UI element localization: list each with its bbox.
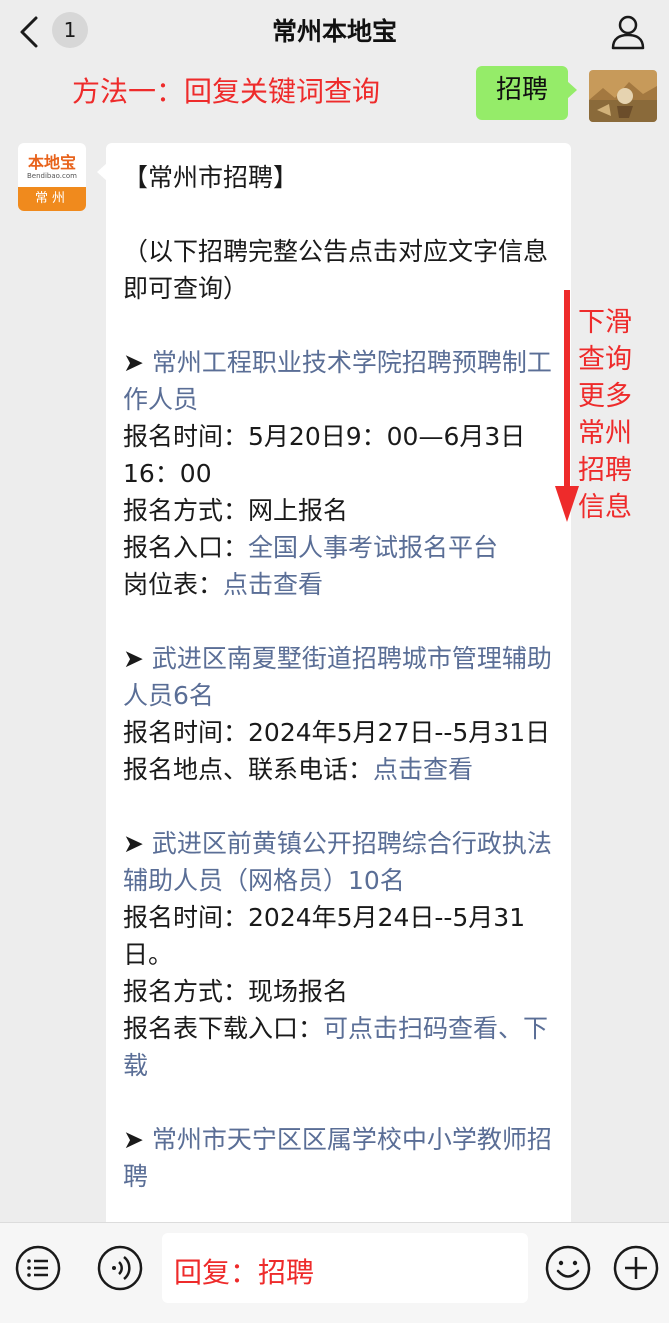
bot-logo-text: 本地宝	[27, 153, 76, 172]
scroll-hint-line: 常州	[578, 418, 632, 449]
plus-icon[interactable]	[612, 1244, 660, 1292]
reply-heading: 【常州市招聘】	[123, 163, 299, 192]
detail-label: 报名时间：	[123, 718, 249, 747]
detail-link[interactable]: 点击查看	[373, 755, 473, 784]
job-title-text[interactable]: 常州市天宁区区属学校中小学教师招聘	[123, 1125, 552, 1191]
detail-label: 报名时间：	[123, 903, 249, 932]
scroll-hint-line: 招聘	[578, 455, 632, 486]
sent-message-bubble[interactable]: 招聘	[476, 66, 568, 120]
chat-title: 常州本地宝	[271, 17, 397, 46]
job-detail-line: 报名时间：5月20日9：00—6月3日16：00	[123, 418, 563, 492]
emoji-icon[interactable]	[544, 1244, 592, 1292]
job-detail-line: 岗位表：点击查看	[123, 566, 563, 603]
received-message-content: 【常州市招聘】 （以下招聘完整公告点击对应文字信息即可查询） ➤ 常州工程职业技…	[123, 159, 563, 1219]
job-detail-line: 报名表下载入口：可点击扫码查看、下载	[123, 1010, 563, 1084]
job-title-text[interactable]: 武进区南夏墅街道招聘城市管理辅助人员6名	[123, 644, 552, 710]
scroll-hint-annotation: 下滑查询更多常州招聘信息	[578, 304, 636, 526]
detail-label: 报名入口：	[123, 533, 249, 562]
top-bar: 1 常州本地宝	[0, 0, 669, 66]
voice-icon[interactable]	[96, 1244, 144, 1292]
bot-city-label: 常州	[18, 187, 86, 211]
job-detail-line: 报名方式：现场报名	[123, 973, 563, 1010]
detail-label: 岗位表：	[123, 570, 224, 599]
reply-note: （以下招聘完整公告点击对应文字信息即可查询）	[123, 237, 549, 303]
job-title-text[interactable]: 常州工程职业技术学院招聘预聘制工作人员	[123, 348, 552, 414]
detail-value: 2024年5月27日--5月31日	[248, 718, 551, 747]
detail-label: 报名时间：	[123, 422, 249, 451]
job-title-link[interactable]: ➤ 武进区前黄镇公开招聘综合行政执法辅助人员（网格员）10名	[123, 825, 563, 899]
job-detail-line: 报名时间：2024年5月27日--5月31日	[123, 714, 563, 751]
scroll-hint-line: 查询	[578, 344, 632, 375]
user-avatar[interactable]	[589, 70, 657, 122]
detail-link[interactable]: 点击查看	[223, 570, 323, 599]
job-detail-line: 报名地点、联系电话：点击查看	[123, 751, 563, 788]
down-arrow-icon	[555, 290, 579, 522]
arrow-bullet-icon: ➤	[123, 644, 152, 673]
job-list: ➤ 常州工程职业技术学院招聘预聘制工作人员 报名时间：5月20日9：00—6月3日…	[123, 307, 563, 1195]
sent-bubble-tail	[567, 81, 577, 99]
job-detail-line: 报名入口：全国人事考试报名平台	[123, 529, 563, 566]
detail-label: 报名表下载入口：	[123, 1014, 324, 1043]
detail-label: 报名方式：	[123, 496, 249, 525]
detail-link[interactable]: 全国人事考试报名平台	[248, 533, 498, 562]
method-annotation: 方法一：回复关键词查询	[72, 75, 381, 108]
bot-logo-sub: Bendibao.com	[26, 172, 77, 180]
message-input-text[interactable]: 回复：招聘	[174, 1253, 314, 1293]
job-title-link[interactable]: ➤ 常州市天宁区区属学校中小学教师招聘	[123, 1121, 563, 1195]
arrow-bullet-icon: ➤	[123, 1125, 152, 1154]
scroll-hint-line: 更多	[578, 381, 632, 412]
user-avatar-image	[589, 70, 657, 122]
detail-label: 报名地点、联系电话：	[123, 755, 374, 784]
detail-value: 现场报名	[248, 977, 349, 1006]
arrow-bullet-icon: ➤	[123, 348, 152, 377]
job-title-link[interactable]: ➤ 常州工程职业技术学院招聘预聘制工作人员	[123, 344, 563, 418]
job-detail-line: 报名方式：网上报名	[123, 492, 563, 529]
job-detail-line: 报名时间：2024年5月24日--5月31日。	[123, 899, 563, 973]
bot-avatar[interactable]: 本地宝 Bendibao.com 常州	[18, 143, 86, 211]
received-bubble-tail	[97, 163, 107, 181]
person-icon[interactable]	[608, 12, 648, 52]
job-title-link[interactable]: ➤ 武进区南夏墅街道招聘城市管理辅助人员6名	[123, 640, 563, 714]
detail-label: 报名方式：	[123, 977, 249, 1006]
job-title-text[interactable]: 武进区前黄镇公开招聘综合行政执法辅助人员（网格员）10名	[123, 829, 552, 895]
scroll-hint-line: 信息	[578, 492, 632, 523]
arrow-bullet-icon: ➤	[123, 829, 152, 858]
scroll-hint-line: 下滑	[578, 307, 632, 338]
menu-icon[interactable]	[14, 1244, 62, 1292]
detail-value: 网上报名	[248, 496, 349, 525]
